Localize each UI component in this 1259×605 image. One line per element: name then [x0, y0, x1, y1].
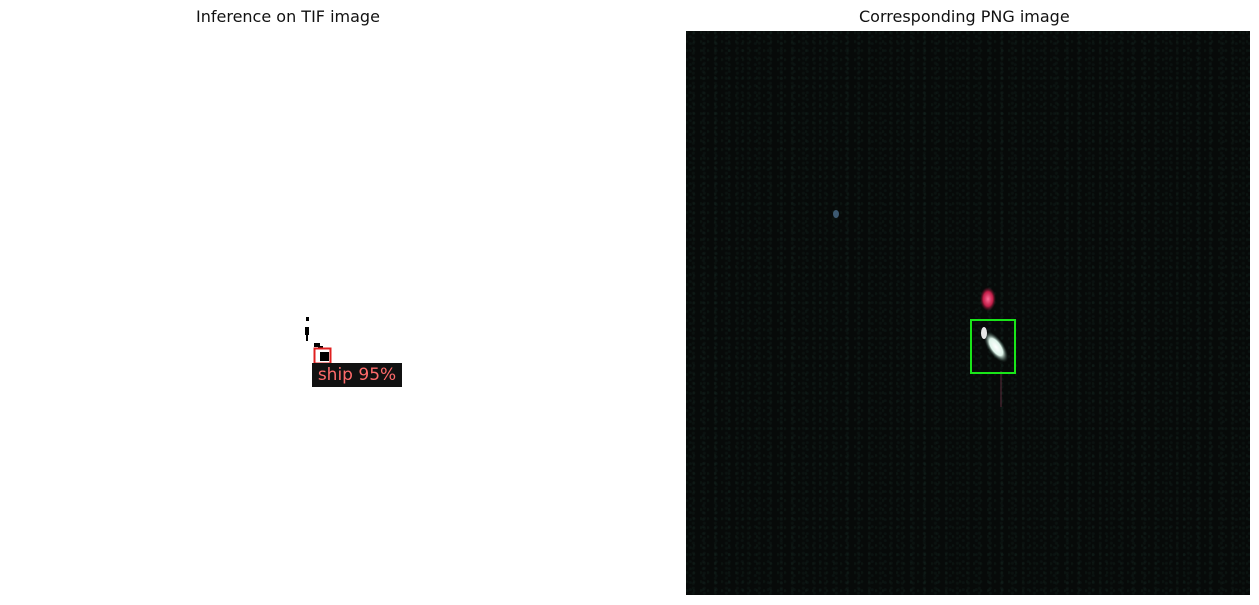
tif-image-panel [0, 31, 564, 595]
left-panel-title: Inference on TIF image [196, 7, 380, 26]
png-ship-hotspot [980, 287, 996, 311]
tif-speck [305, 327, 309, 335]
tif-image [305, 317, 332, 365]
png-streak [1000, 371, 1002, 407]
detection-label: ship 95% [317, 365, 397, 385]
tif-ship-blob [320, 352, 329, 361]
png-ship-body [981, 327, 987, 339]
detection-label-box: ship 95% [312, 363, 402, 387]
right-panel-title: Corresponding PNG image [859, 7, 1070, 26]
png-image [833, 210, 1016, 407]
png-speck [833, 210, 839, 218]
png-image-panel [686, 31, 1250, 595]
tif-speck [306, 317, 309, 321]
tif-speck [306, 335, 308, 341]
